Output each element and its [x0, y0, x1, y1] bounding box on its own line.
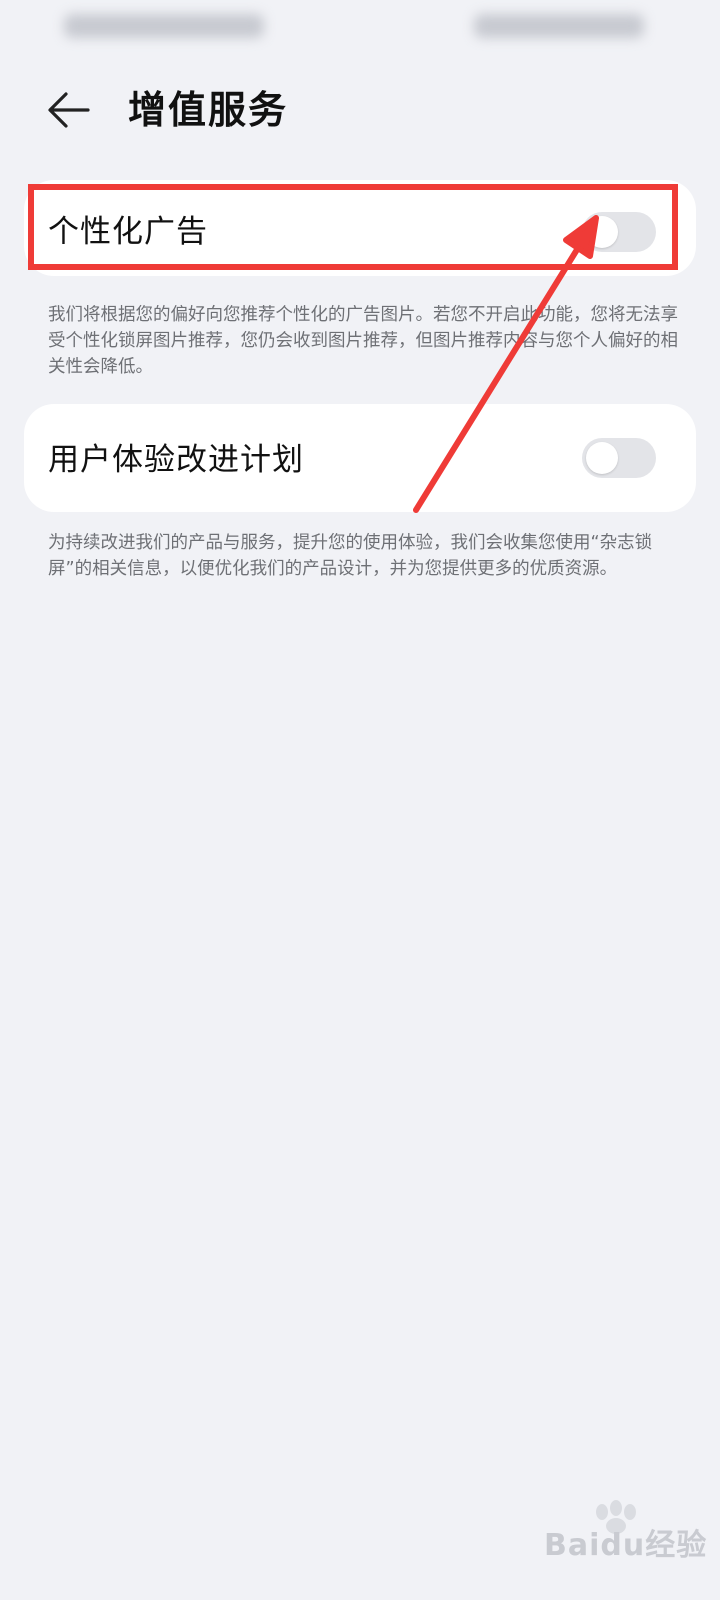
arrow-left-icon	[48, 92, 90, 128]
toggle-knob	[586, 442, 618, 474]
top-app-bar: 增值服务	[0, 70, 720, 150]
watermark-text: Baidu经验	[544, 1528, 708, 1563]
personalized-ads-description: 我们将根据您的偏好向您推荐个性化的广告图片。若您不开启此功能，您将无法享受个性化…	[48, 305, 678, 377]
carrier-info-blurred	[64, 14, 264, 38]
page-title: 增值服务	[128, 88, 289, 132]
setting-label-ux-improvement: 用户体验改进计划	[48, 442, 304, 478]
setting-card-personalized-ads: 个性化广告	[24, 180, 696, 276]
personalized-ads-toggle[interactable]	[582, 212, 656, 252]
back-button[interactable]	[40, 82, 104, 138]
toggle-knob	[586, 216, 618, 248]
status-bar	[0, 0, 720, 56]
status-icons-blurred	[474, 14, 644, 38]
ux-improvement-toggle[interactable]	[582, 438, 656, 478]
setting-card-ux-improvement: 用户体验改进计划	[24, 404, 696, 512]
setting-label-personalized-ads: 个性化广告	[48, 214, 208, 250]
ux-improvement-description: 为持续改进我们的产品与服务，提升您的使用体验，我们会收集您使用“杂志锁屏”的相关…	[48, 533, 653, 579]
